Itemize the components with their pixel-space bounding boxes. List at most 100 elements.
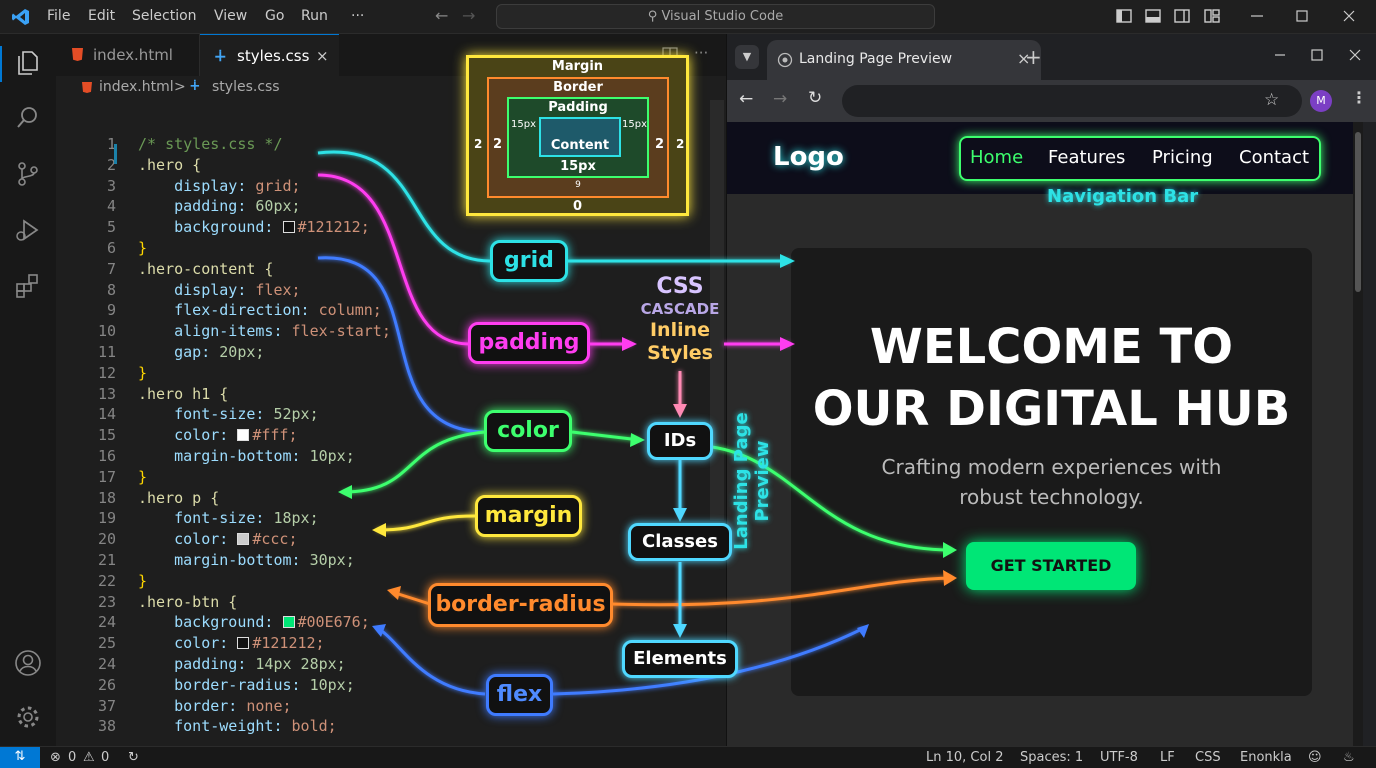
run-debug-icon[interactable] [14,216,42,244]
code-line[interactable]: margin-bottom: 30px; [138,551,355,569]
color-swatch[interactable] [282,616,295,629]
line-number: 25 [97,634,116,653]
nav-contact[interactable]: Contact [1239,147,1309,168]
indentation[interactable]: Spaces: 1 [1020,750,1083,765]
tab-styles-css[interactable]: ∔ styles.css × [200,34,339,76]
forward-arrow-icon[interactable]: → [462,6,475,25]
address-bar[interactable]: ☆ [842,85,1302,117]
breadcrumb-item[interactable]: styles.css [212,79,280,95]
hero-subtitle: Crafting modern experiences with robust … [791,452,1312,512]
code-line[interactable]: .hero-btn { [138,593,237,611]
minimize-icon[interactable] [1273,48,1287,62]
reload-icon[interactable]: ↻ [808,88,822,108]
code-line[interactable]: border: none; [138,697,291,715]
language-mode[interactable]: CSS [1195,750,1221,765]
warning-count[interactable]: 0 [101,750,109,765]
color-swatch[interactable] [282,221,295,234]
maximize-icon[interactable] [1310,48,1324,62]
source-control-icon[interactable] [14,160,42,188]
forward-arrow-icon[interactable]: → [773,89,787,109]
menu-go[interactable]: Go [265,8,284,24]
site-logo[interactable]: Logo [773,142,844,172]
breadcrumb-item[interactable]: index.html [99,79,174,95]
menu-more[interactable]: ··· [351,8,364,24]
error-icon[interactable]: ⊗ [50,750,61,765]
code-line[interactable]: font-weight: bold; [138,717,337,735]
code-line[interactable]: gap: 20px; [138,343,264,361]
code-line[interactable]: margin-bottom: 10px; [138,447,355,465]
code-line[interactable]: color: #ccc; [138,530,297,548]
maximize-icon[interactable] [1293,7,1311,25]
menu-view[interactable]: View [214,8,247,24]
code-line[interactable]: .hero-content { [138,260,273,278]
back-arrow-icon[interactable]: ← [739,89,753,109]
warning-icon[interactable]: ⚠ [83,750,95,765]
avatar[interactable]: M [1310,90,1332,112]
code-line[interactable]: border-radius: 10px; [138,676,355,694]
command-center[interactable]: ⚲ Visual Studio Code [496,4,935,29]
toggle-secondary-sidebar-icon[interactable] [1173,7,1191,25]
tab-search-button[interactable]: ▼ [735,45,759,69]
nav-features[interactable]: Features [1048,147,1125,168]
account-icon[interactable] [14,649,42,677]
toggle-panel-icon[interactable] [1144,7,1162,25]
feedback-icon[interactable]: ☺ [1308,750,1322,765]
color-swatch[interactable] [237,637,250,650]
menu-edit[interactable]: Edit [88,8,115,24]
nav-pricing[interactable]: Pricing [1152,147,1213,168]
menu-selection[interactable]: Selection [132,8,197,24]
code-line[interactable]: } [138,364,147,382]
code-line[interactable]: align-items: flex-start; [138,322,391,340]
tab-index-html[interactable]: index.html [56,34,200,76]
code-line[interactable]: flex-direction: column; [138,301,382,319]
remote-indicator[interactable]: ⇅ [0,747,40,768]
status-user[interactable]: Enonkla [1240,750,1292,765]
error-count[interactable]: 0 [68,750,76,765]
settings-gear-icon[interactable] [14,703,42,731]
code-line[interactable]: .hero { [138,156,201,174]
new-tab-icon[interactable]: + [1025,45,1042,69]
code-line[interactable]: background: #121212; [138,218,370,236]
menu-kebab-icon[interactable]: ⋮ [1351,88,1367,107]
get-started-button[interactable]: GET STARTED [966,542,1136,590]
code-line[interactable]: .hero h1 { [138,385,228,403]
code-line[interactable]: display: grid; [138,177,300,195]
cursor-position[interactable]: Ln 10, Col 2 [926,750,1003,765]
code-line[interactable]: } [138,239,147,257]
code-line[interactable]: padding: 14px 28px; [138,655,346,673]
code-line[interactable]: } [138,572,147,590]
close-icon[interactable] [1340,7,1358,25]
back-arrow-icon[interactable]: ← [435,6,448,25]
toggle-sidebar-icon[interactable] [1115,7,1133,25]
nav-home[interactable]: Home [970,147,1023,168]
tab-close-icon[interactable]: × [316,35,329,77]
line-ending[interactable]: LF [1160,750,1175,765]
code-line[interactable]: font-size: 52px; [138,405,319,423]
extensions-icon[interactable] [14,272,42,300]
menu-file[interactable]: File [47,8,70,24]
browser-tab[interactable]: Landing Page Preview × [767,40,1041,80]
code-line[interactable]: background: #00E676; [138,613,370,631]
more-actions-icon[interactable]: ··· [694,44,708,62]
star-icon[interactable]: ☆ [1264,90,1279,110]
scrollbar[interactable] [1353,122,1363,746]
customize-layout-icon[interactable] [1203,7,1221,25]
search-view-icon[interactable] [14,104,42,132]
explorer-icon[interactable] [14,48,42,76]
encoding[interactable]: UTF-8 [1100,750,1138,765]
code-line[interactable]: font-size: 18px; [138,509,319,527]
notifications-bell-icon[interactable]: ♨ [1343,750,1355,765]
color-swatch[interactable] [237,429,250,442]
sync-icon[interactable]: ↻ [128,750,139,765]
code-line[interactable]: } [138,468,147,486]
code-line[interactable]: color: #121212; [138,634,324,652]
code-line[interactable]: color: #fff; [138,426,297,444]
close-icon[interactable] [1348,48,1362,62]
color-swatch[interactable] [237,533,250,546]
minimize-icon[interactable] [1248,7,1266,25]
code-line[interactable]: padding: 60px; [138,197,300,215]
code-line[interactable]: display: flex; [138,281,300,299]
menu-run[interactable]: Run [301,8,328,24]
code-line[interactable]: .hero p { [138,489,219,507]
code-line[interactable]: /* styles.css */ [138,135,283,153]
